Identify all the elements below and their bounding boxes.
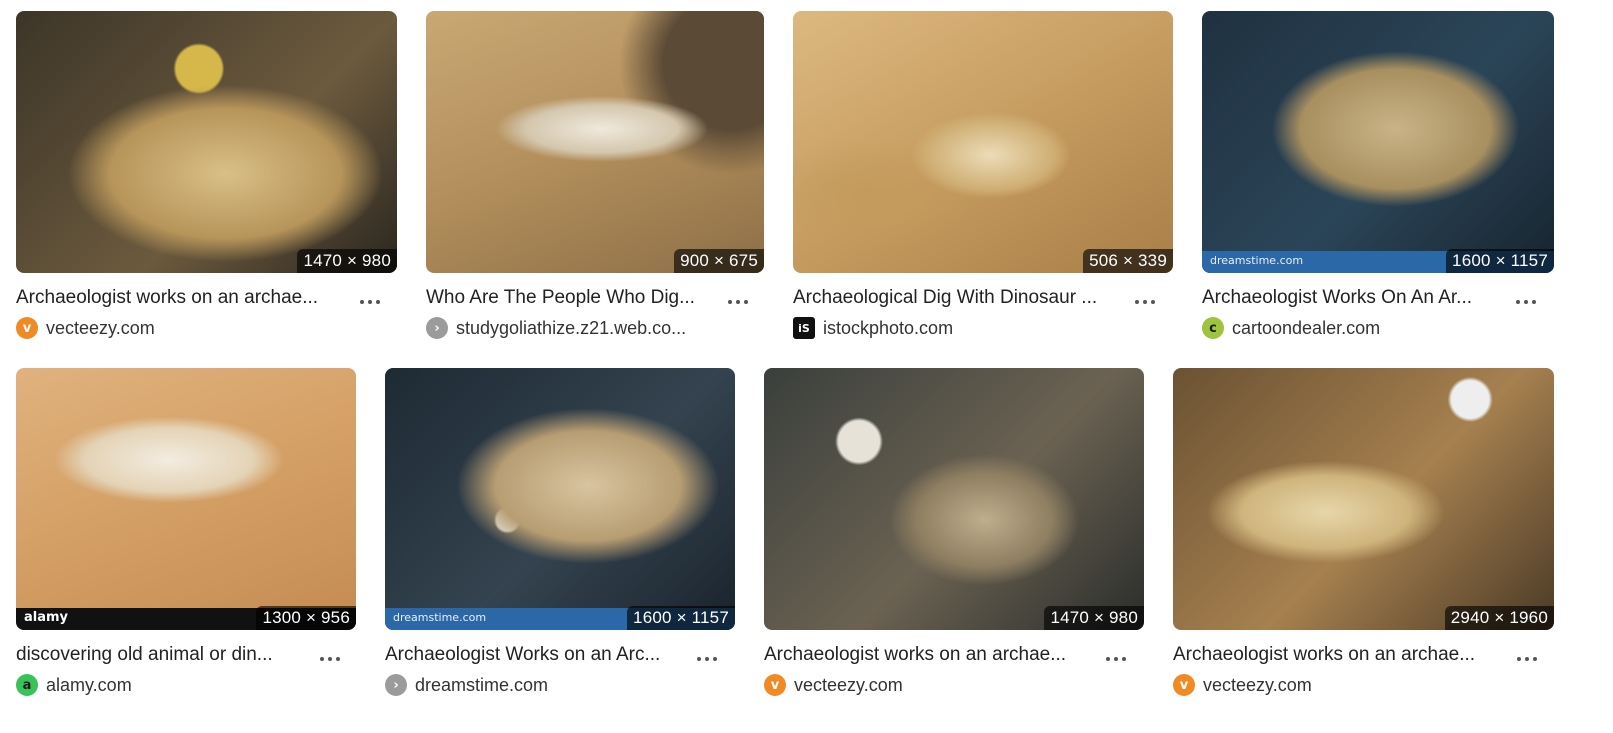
cartoondealer-icon: c <box>1202 317 1224 339</box>
result-card[interactable]: alamy 1300 × 956 discovering old animal … <box>16 368 356 696</box>
more-options-icon[interactable] <box>358 287 384 309</box>
result-card[interactable]: dreamstime.com 1600 × 1157 Archaeologist… <box>385 368 735 696</box>
image-dimensions: 1470 × 980 <box>297 249 397 273</box>
result-title[interactable]: Archaeologist Works On An Ar... <box>1202 287 1492 309</box>
vecteezy-icon: v <box>1173 674 1195 696</box>
result-card[interactable]: 900 × 675 Who Are The People Who Dig... … <box>426 11 764 339</box>
result-title[interactable]: Archaeologist works on an archae... <box>16 287 336 309</box>
result-title[interactable]: Who Are The People Who Dig... <box>426 287 706 309</box>
image-dimensions: 1470 × 980 <box>1044 606 1144 630</box>
result-card[interactable]: 1470 × 980 Archaeologist works on an arc… <box>764 368 1144 696</box>
more-options-icon[interactable] <box>1515 644 1541 666</box>
dinosaur-excavation-image <box>1202 11 1554 273</box>
vecteezy-icon: v <box>16 317 38 339</box>
result-domain: istockphoto.com <box>823 317 954 338</box>
result-title[interactable]: Archaeologist Works on an Arc... <box>385 644 670 666</box>
result-card[interactable]: dreamstime.com 1600 × 1157 Archaeologist… <box>1202 11 1554 339</box>
result-domain: vecteezy.com <box>1203 674 1312 695</box>
result-domain: cartoondealer.com <box>1232 317 1381 338</box>
image-dimensions: 1600 × 1157 <box>1446 249 1554 273</box>
result-thumbnail[interactable]: dreamstime.com 1600 × 1157 <box>385 368 735 630</box>
more-options-icon[interactable] <box>318 644 344 666</box>
result-title[interactable]: discovering old animal or din... <box>16 644 296 666</box>
result-card[interactable]: 506 × 339 Archaeological Dig With Dinosa… <box>793 11 1173 339</box>
result-thumbnail[interactable]: 2940 × 1960 <box>1173 368 1554 630</box>
result-title[interactable]: Archaeologist works on an archae... <box>764 644 1084 666</box>
more-options-icon[interactable] <box>695 644 721 666</box>
result-thumbnail[interactable]: 506 × 339 <box>793 11 1173 273</box>
result-thumbnail[interactable]: dreamstime.com 1600 × 1157 <box>1202 11 1554 273</box>
result-card[interactable]: 1470 × 980 Archaeologist works on an arc… <box>16 11 397 339</box>
image-dimensions: 900 × 675 <box>674 249 764 273</box>
result-card[interactable]: 2940 × 1960 Archaeologist works on an ar… <box>1173 368 1554 696</box>
vecteezy-icon: v <box>764 674 786 696</box>
result-domain: vecteezy.com <box>46 317 155 338</box>
more-options-icon[interactable] <box>726 287 752 309</box>
fossil-imprint-image <box>16 368 356 630</box>
more-options-icon[interactable] <box>1104 644 1130 666</box>
fossil-skull-image <box>793 11 1173 273</box>
result-title[interactable]: Archaeological Dig With Dinosaur ... <box>793 287 1111 309</box>
result-source[interactable]: v vecteezy.com <box>1173 674 1312 696</box>
result-thumbnail[interactable]: 1470 × 980 <box>764 368 1144 630</box>
image-dimensions: 506 × 339 <box>1083 249 1173 273</box>
result-domain: alamy.com <box>46 674 132 695</box>
image-dimensions: 1300 × 956 <box>256 606 356 630</box>
image-dimensions: 1600 × 1157 <box>627 606 735 630</box>
chevron-right-icon: › <box>426 317 448 339</box>
alamy-icon: a <box>16 674 38 696</box>
result-domain: studygoliathize.z21.web.co... <box>456 317 687 338</box>
image-dimensions: 2940 × 1960 <box>1444 606 1554 630</box>
result-domain: dreamstime.com <box>415 674 549 695</box>
result-source[interactable]: c cartoondealer.com <box>1202 317 1380 339</box>
dinosaur-excavation-image <box>385 368 735 630</box>
result-thumbnail[interactable]: alamy 1300 × 956 <box>16 368 356 630</box>
result-title[interactable]: Archaeologist works on an archae... <box>1173 644 1493 666</box>
result-source[interactable]: › studygoliathize.z21.web.co... <box>426 317 686 339</box>
chevron-right-icon: › <box>385 674 407 696</box>
dinosaur-skeleton-image <box>426 11 764 273</box>
result-source[interactable]: iS istockphoto.com <box>793 317 953 339</box>
more-options-icon[interactable] <box>1514 287 1540 309</box>
result-source[interactable]: v vecteezy.com <box>764 674 903 696</box>
more-options-icon[interactable] <box>1133 287 1159 309</box>
dinosaur-excavation-image <box>1173 368 1554 630</box>
dinosaur-skull-excavation-image <box>764 368 1144 630</box>
result-thumbnail[interactable]: 1470 × 980 <box>16 11 397 273</box>
result-source[interactable]: v vecteezy.com <box>16 317 155 339</box>
result-source[interactable]: a alamy.com <box>16 674 132 696</box>
result-domain: vecteezy.com <box>794 674 903 695</box>
istock-icon: iS <box>793 317 815 339</box>
result-source[interactable]: › dreamstime.com <box>385 674 548 696</box>
dinosaur-excavation-image <box>16 11 397 273</box>
result-thumbnail[interactable]: 900 × 675 <box>426 11 764 273</box>
